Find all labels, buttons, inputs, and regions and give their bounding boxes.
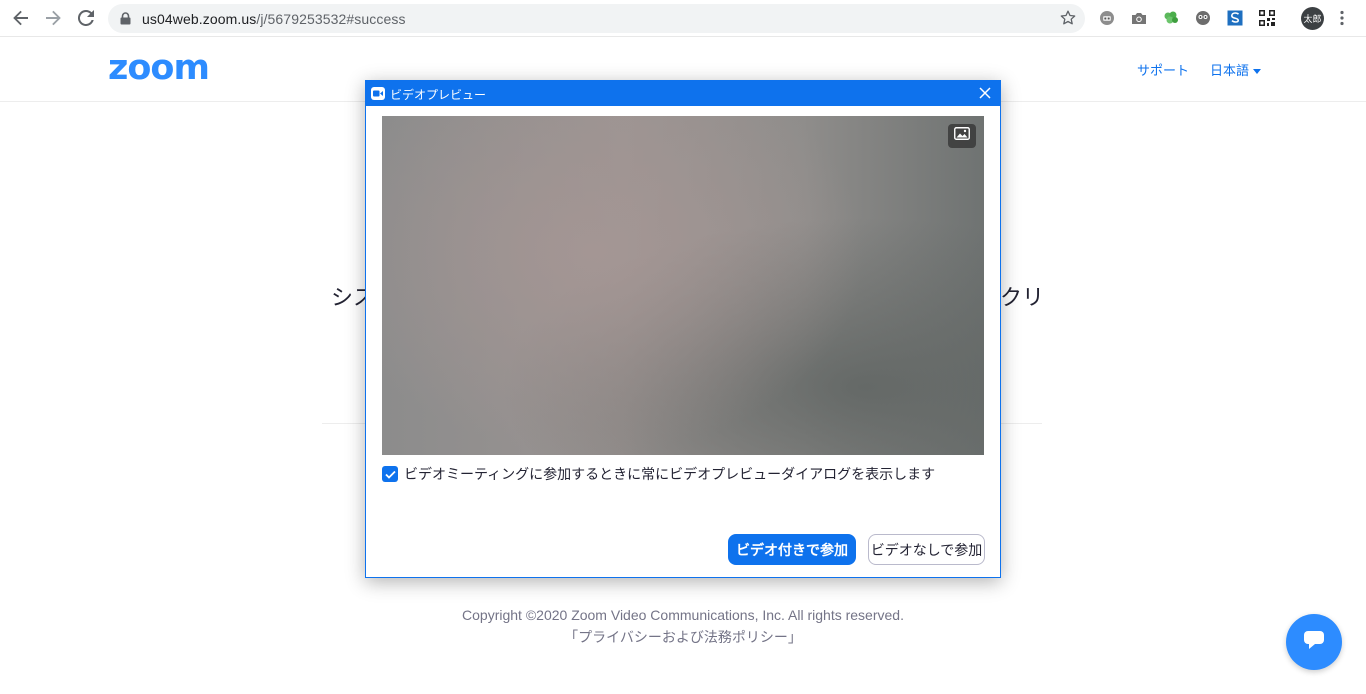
caret-down-icon [1253, 69, 1262, 75]
dialog-titlebar: ビデオプレビュー [366, 81, 1000, 106]
join-without-video-button[interactable]: ビデオなしで参加 [868, 534, 985, 565]
language-label: 日本語 [1210, 63, 1250, 78]
dialog-title: ビデオプレビュー [390, 88, 487, 102]
back-icon[interactable] [10, 7, 32, 29]
zoom-camera-icon [371, 87, 385, 100]
url-host: us04web.zoom.us [142, 11, 257, 27]
reload-icon[interactable] [75, 7, 97, 29]
image-icon [954, 127, 970, 145]
profile-avatar[interactable]: 太郎 [1301, 7, 1324, 30]
copyright-text: Copyright ©2020 Zoom Video Communication… [462, 607, 904, 623]
extension-s-icon[interactable] [1226, 9, 1244, 27]
close-icon[interactable] [978, 86, 992, 100]
extension-robot-icon[interactable] [1098, 9, 1116, 27]
chat-bubble-icon [1303, 630, 1325, 655]
checkbox-label: ビデオミーティングに参加するときに常にビデオプレビューダイアログを表示します [404, 466, 936, 482]
always-show-preview-option[interactable]: ビデオミーティングに参加するときに常にビデオプレビューダイアログを表示します [382, 464, 935, 484]
camera-icon[interactable] [1130, 9, 1148, 27]
forward-icon[interactable] [42, 7, 64, 29]
lock-icon [120, 12, 131, 30]
bookmark-star-icon[interactable] [1060, 10, 1076, 31]
background-text-right: クリ [1000, 285, 1045, 310]
join-with-video-button[interactable]: ビデオ付きで参加 [728, 534, 856, 565]
qr-code-icon[interactable] [1258, 9, 1276, 27]
clover-icon[interactable] [1162, 9, 1180, 27]
more-menu-icon[interactable] [1340, 10, 1344, 31]
camera-preview [382, 116, 984, 455]
always-show-preview-checkbox[interactable] [382, 466, 398, 482]
support-link[interactable]: サポート [1137, 60, 1189, 79]
zoom-logo[interactable]: zoom [108, 48, 210, 88]
extension-face-icon[interactable] [1194, 9, 1212, 27]
background-image-button[interactable] [948, 124, 976, 148]
url-path: /j/5679253532#success [256, 11, 406, 27]
chat-button[interactable] [1286, 614, 1342, 670]
language-selector[interactable]: 日本語 [1210, 60, 1262, 79]
url-text: us04web.zoom.us/j/5679253532#success [142, 11, 406, 27]
address-bar[interactable]: us04web.zoom.us/j/5679253532#success [108, 4, 1085, 33]
browser-toolbar: us04web.zoom.us/j/5679253532#success 太郎 [0, 0, 1366, 37]
video-preview-dialog: ビデオプレビュー ビデオミーティングに参加するときに常にビデオプレビューダイアロ… [365, 80, 1001, 578]
privacy-link[interactable]: 「プライバシーおよび法務ポリシー」 [0, 627, 1366, 647]
